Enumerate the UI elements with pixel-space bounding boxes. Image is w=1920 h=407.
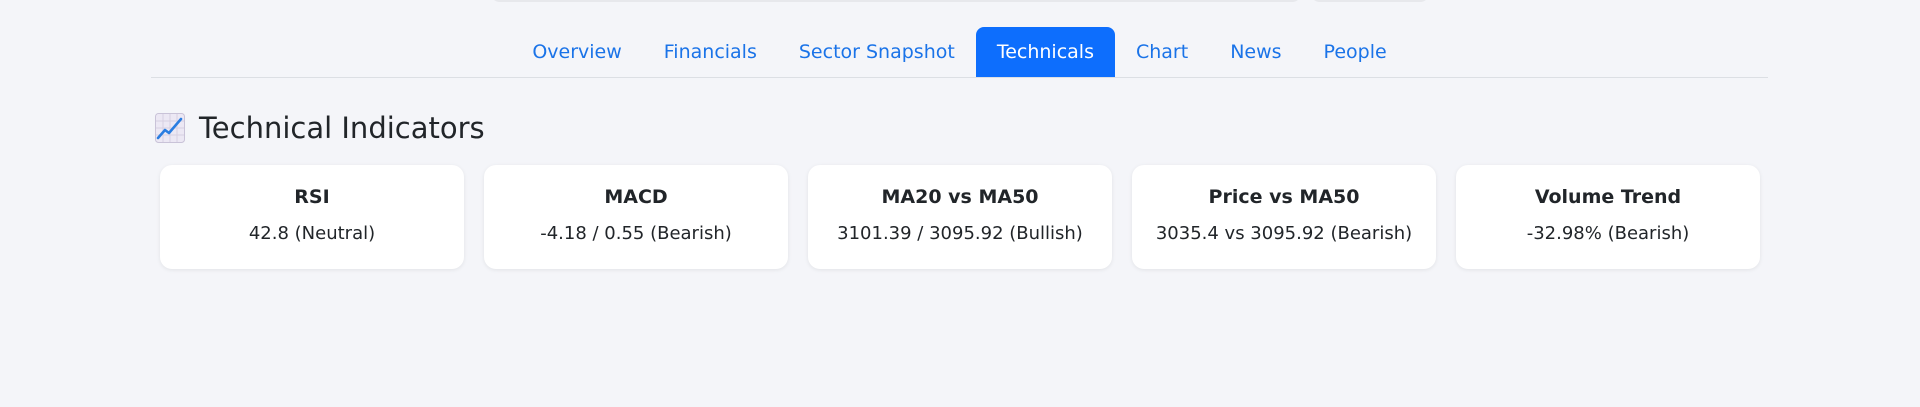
indicator-card-macd: MACD -4.18 / 0.55 (Bearish) (484, 165, 788, 269)
tab-sector-snapshot[interactable]: Sector Snapshot (778, 27, 976, 77)
top-bar-remnant (490, 0, 1302, 2)
indicator-title: MA20 vs MA50 (881, 186, 1039, 208)
section-title: Technical Indicators (199, 111, 485, 145)
indicator-value: 3101.39 / 3095.92 (Bullish) (837, 223, 1083, 244)
indicator-value: 42.8 (Neutral) (248, 223, 376, 244)
indicator-card-ma20-vs-ma50: MA20 vs MA50 3101.39 / 3095.92 (Bullish) (808, 165, 1112, 269)
indicator-value: -4.18 / 0.55 (Bearish) (540, 223, 732, 244)
indicator-card-price-vs-ma50: Price vs MA50 3035.4 vs 3095.92 (Bearish… (1132, 165, 1436, 269)
tab-technicals[interactable]: Technicals (975, 27, 1115, 77)
chart-increasing-icon (155, 113, 185, 143)
indicator-card-rsi: RSI 42.8 (Neutral) (160, 165, 464, 269)
indicator-value: -32.98% (Bearish) (1526, 223, 1690, 244)
section-header: Technical Indicators (155, 106, 485, 150)
tab-bar: Overview Financials Sector Snapshot Tech… (151, 27, 1768, 78)
indicator-card-volume-trend: Volume Trend -32.98% (Bearish) (1456, 165, 1760, 269)
tab-people[interactable]: People (1303, 27, 1408, 77)
indicator-title: Volume Trend (1534, 186, 1682, 208)
tab-overview[interactable]: Overview (511, 27, 642, 77)
tab-news[interactable]: News (1209, 27, 1302, 77)
indicator-cards: RSI 42.8 (Neutral) MACD -4.18 / 0.55 (Be… (160, 165, 1760, 269)
top-button-remnant (1310, 0, 1430, 2)
indicator-title: RSI (294, 186, 330, 208)
indicator-title: Price vs MA50 (1208, 186, 1360, 208)
tab-financials[interactable]: Financials (643, 27, 778, 77)
indicator-value: 3035.4 vs 3095.92 (Bearish) (1155, 223, 1413, 244)
indicator-title: MACD (604, 186, 668, 208)
tab-chart[interactable]: Chart (1115, 27, 1209, 77)
